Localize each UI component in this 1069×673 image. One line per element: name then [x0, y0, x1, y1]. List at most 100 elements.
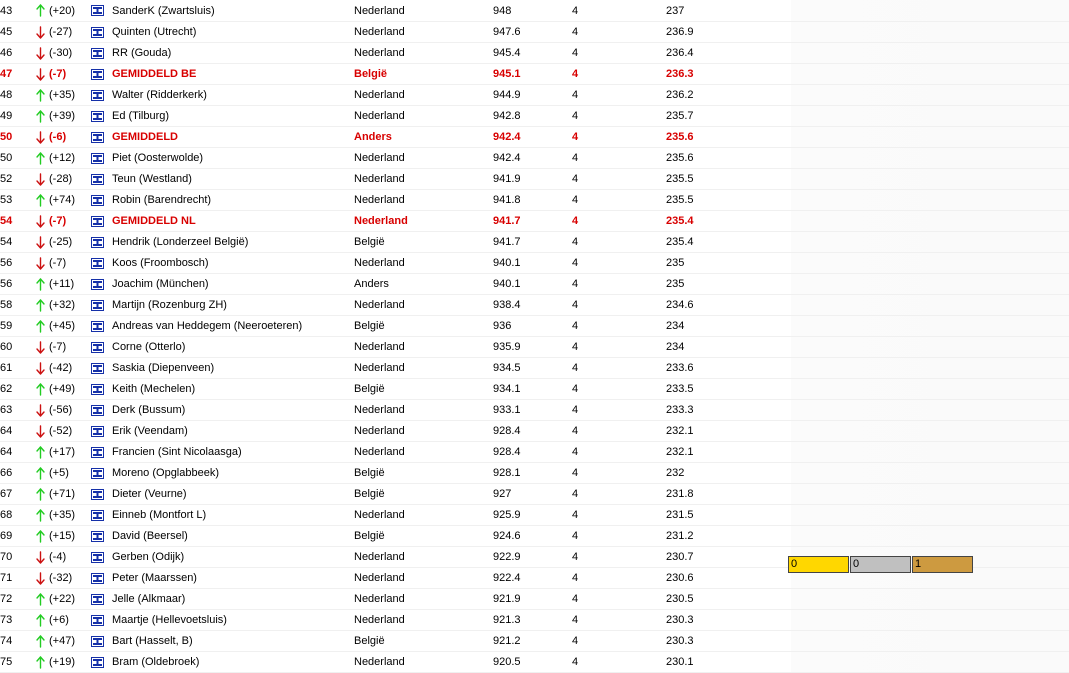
player-details-icon[interactable] — [91, 441, 112, 463]
player-details-icon[interactable] — [91, 567, 112, 589]
table-row: 52 (-28) Teun (Westland) Nederland 941.9 4 235… — [0, 168, 1069, 190]
rank-change: (+19) — [49, 651, 91, 673]
rank-position: 67 — [0, 483, 36, 505]
rank-position: 43 — [0, 0, 36, 22]
player-country: Nederland — [354, 252, 493, 274]
games-played: 4 — [572, 630, 666, 652]
player-details-icon[interactable] — [91, 147, 112, 169]
player-country: Nederland — [354, 504, 493, 526]
player-details-icon[interactable] — [91, 609, 112, 631]
player-details-icon[interactable] — [91, 525, 112, 547]
player-details-icon[interactable] — [91, 0, 112, 22]
player-details-icon[interactable] — [91, 63, 112, 85]
player-details-icon[interactable] — [91, 651, 112, 673]
row-spacer — [791, 336, 1069, 358]
player-score: 921.3 — [493, 609, 572, 631]
player-country: Nederland — [354, 651, 493, 673]
rank-position: 58 — [0, 294, 36, 316]
player-details-icon[interactable] — [91, 378, 112, 400]
games-played: 4 — [572, 378, 666, 400]
player-details-icon[interactable] — [91, 231, 112, 253]
average-score: 235.6 — [666, 126, 791, 148]
table-row: 68 (+35) Einneb (Montfort L) Nederland 925.9… — [0, 504, 1069, 526]
player-details-icon[interactable] — [91, 105, 112, 127]
table-row-average: 54 (-7) GEMIDDELD NL Nederland 941.7 4 235.4 — [0, 210, 1069, 232]
arrow-up-icon — [36, 378, 49, 400]
rank-change: (+15) — [49, 525, 91, 547]
player-details-icon[interactable] — [91, 273, 112, 295]
player-details-icon[interactable] — [91, 399, 112, 421]
player-score: 940.1 — [493, 273, 572, 295]
table-row: 48 (+35) Walter (Ridderkerk) Nederland 944.9… — [0, 84, 1069, 106]
arrow-up-icon — [36, 630, 49, 652]
player-score: 935.9 — [493, 336, 572, 358]
player-details-icon[interactable] — [91, 168, 112, 190]
arrow-up-icon — [36, 105, 49, 127]
player-name: Dieter (Veurne) — [112, 483, 354, 505]
row-spacer — [791, 252, 1069, 274]
player-name: SanderK (Zwartsluis) — [112, 0, 354, 22]
rank-change: (+5) — [49, 462, 91, 484]
rank-position: 64 — [0, 420, 36, 442]
player-score: 945.4 — [493, 42, 572, 64]
player-country: Nederland — [354, 21, 493, 43]
rank-position: 72 — [0, 588, 36, 610]
rank-change: (+6) — [49, 609, 91, 631]
player-score: 942.4 — [493, 126, 572, 148]
rank-change: (-32) — [49, 567, 91, 589]
row-spacer — [791, 651, 1069, 673]
player-details-icon[interactable] — [91, 420, 112, 442]
player-details-icon[interactable] — [91, 294, 112, 316]
player-score: 933.1 — [493, 399, 572, 421]
rank-position: 54 — [0, 210, 36, 232]
player-details-icon[interactable] — [91, 189, 112, 211]
player-details-icon[interactable] — [91, 252, 112, 274]
player-score: 928.4 — [493, 441, 572, 463]
player-details-icon[interactable] — [91, 462, 112, 484]
player-country: Nederland — [354, 147, 493, 169]
arrow-up-icon — [36, 315, 49, 337]
player-name: Jelle (Alkmaar) — [112, 588, 354, 610]
rank-position: 75 — [0, 651, 36, 673]
silver-medal-count: 0 — [850, 556, 911, 573]
player-details-icon[interactable] — [91, 315, 112, 337]
player-score: 921.2 — [493, 630, 572, 652]
player-details-icon[interactable] — [91, 210, 112, 232]
row-spacer — [791, 147, 1069, 169]
player-score: 947.6 — [493, 21, 572, 43]
player-details-icon[interactable] — [91, 126, 112, 148]
row-spacer — [791, 210, 1069, 232]
arrow-up-icon — [36, 504, 49, 526]
player-country: Nederland — [354, 84, 493, 106]
rank-change: (-4) — [49, 546, 91, 568]
player-details-icon[interactable] — [91, 630, 112, 652]
arrow-down-icon — [36, 168, 49, 190]
row-spacer — [791, 273, 1069, 295]
games-played: 4 — [572, 609, 666, 631]
rank-position: 49 — [0, 105, 36, 127]
arrow-down-icon — [36, 63, 49, 85]
player-details-icon[interactable] — [91, 84, 112, 106]
row-spacer — [791, 357, 1069, 379]
player-score: 928.1 — [493, 462, 572, 484]
average-score: 231.8 — [666, 483, 791, 505]
table-row: 46 (-30) RR (Gouda) Nederland 945.4 4 236.4 — [0, 42, 1069, 64]
rank-change: (+12) — [49, 147, 91, 169]
row-spacer — [791, 504, 1069, 526]
player-details-icon[interactable] — [91, 546, 112, 568]
arrow-up-icon — [36, 609, 49, 631]
player-name: Robin (Barendrecht) — [112, 189, 354, 211]
player-details-icon[interactable] — [91, 42, 112, 64]
player-details-icon[interactable] — [91, 21, 112, 43]
rank-position: 54 — [0, 231, 36, 253]
player-details-icon[interactable] — [91, 336, 112, 358]
player-details-icon[interactable] — [91, 504, 112, 526]
player-details-icon[interactable] — [91, 588, 112, 610]
rank-change: (-6) — [49, 126, 91, 148]
average-score: 231.5 — [666, 504, 791, 526]
average-score: 235 — [666, 273, 791, 295]
row-spacer — [791, 84, 1069, 106]
player-details-icon[interactable] — [91, 357, 112, 379]
player-name: Einneb (Montfort L) — [112, 504, 354, 526]
player-details-icon[interactable] — [91, 483, 112, 505]
